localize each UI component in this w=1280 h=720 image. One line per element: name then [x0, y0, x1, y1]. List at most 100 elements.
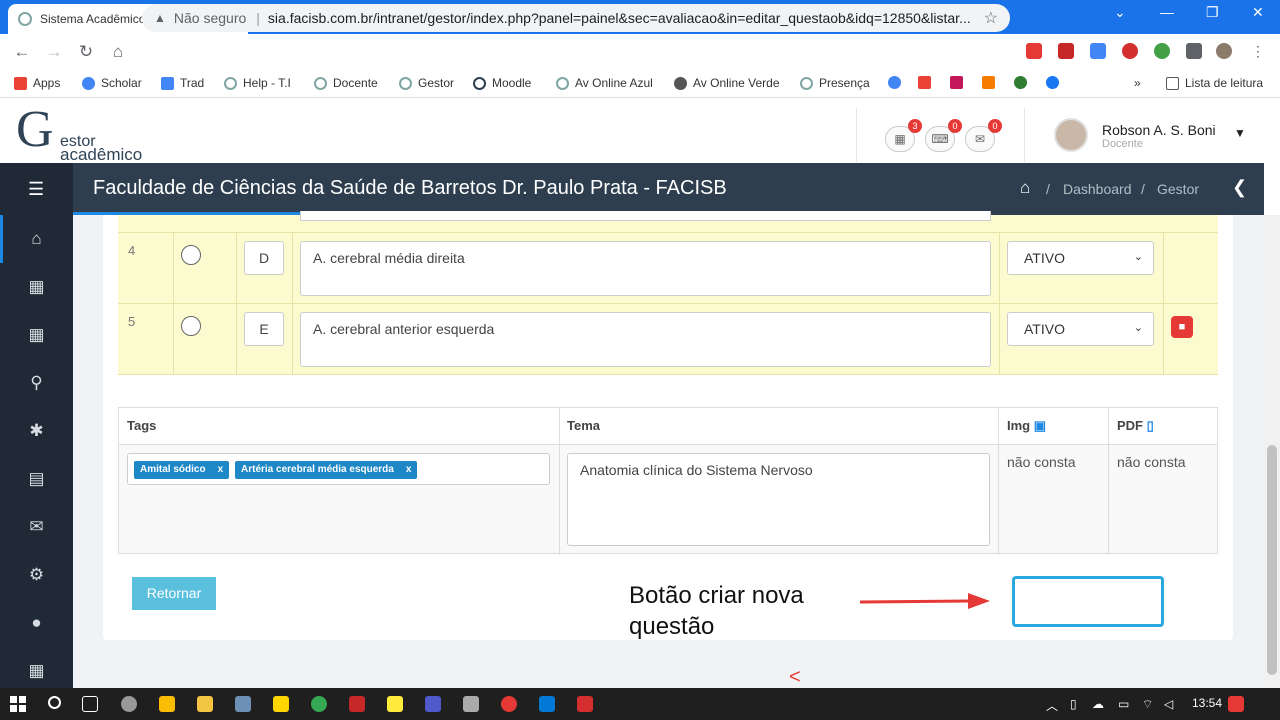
search-icon[interactable]: [48, 696, 61, 709]
google-drive-icon[interactable]: [159, 696, 175, 712]
avatar[interactable]: [1054, 118, 1088, 152]
volume-icon[interactable]: ◁: [1164, 697, 1173, 711]
status-select[interactable]: ATIVO ⌄: [1007, 241, 1154, 275]
forward-icon[interactable]: →: [38, 42, 70, 62]
bookmark-apps[interactable]: Apps: [14, 76, 60, 90]
breadcrumb-dashboard[interactable]: Dashboard: [1063, 181, 1132, 197]
bookmarks-overflow[interactable]: »: [1134, 76, 1141, 90]
correct-answer-radio[interactable]: [181, 316, 201, 336]
restore-button[interactable]: ❐: [1206, 4, 1219, 21]
bookmark-s[interactable]: [982, 76, 1001, 89]
remove-tag-icon[interactable]: x: [406, 464, 412, 475]
outlook-icon[interactable]: [539, 696, 555, 712]
plus-extension-icon[interactable]: [1154, 43, 1170, 59]
wifi-icon[interactable]: ⌔: [1142, 697, 1153, 712]
alternative-letter-input[interactable]: D: [244, 241, 284, 275]
taskbar-clock[interactable]: 13:54: [1192, 696, 1222, 710]
sidebar-item-home[interactable]: ⌂: [0, 215, 73, 263]
sidebar-item-search[interactable]: ⚲: [0, 359, 73, 407]
tray-app-icon[interactable]: ▯: [1070, 697, 1077, 711]
page-scrollbar[interactable]: [1264, 215, 1280, 688]
translate-extension-icon[interactable]: [1090, 43, 1106, 59]
alternative-letter-input[interactable]: E: [244, 312, 284, 346]
scrollbar-thumb[interactable]: [1267, 445, 1277, 675]
bookmark-presenca[interactable]: Presença: [800, 76, 870, 90]
omnibox-separator: |: [256, 10, 260, 26]
extensions-puzzle-icon[interactable]: [1186, 43, 1202, 59]
remove-tag-icon[interactable]: x: [218, 464, 224, 475]
file-explorer-icon[interactable]: [197, 696, 213, 712]
screenpresso-icon[interactable]: [577, 696, 593, 712]
sidebar-item-asterisk[interactable]: ✱: [0, 407, 73, 455]
mendeley-icon[interactable]: [349, 696, 365, 712]
bookmark-gmail[interactable]: [918, 76, 937, 89]
windows-start-icon[interactable]: [10, 696, 26, 712]
reading-list[interactable]: Lista de leitura: [1166, 76, 1263, 90]
home-icon[interactable]: ⌂: [1020, 178, 1030, 198]
media-player-icon[interactable]: [501, 696, 517, 712]
teams-icon[interactable]: [425, 696, 441, 712]
return-button[interactable]: Retornar: [132, 577, 216, 610]
app-icon[interactable]: [463, 696, 479, 712]
sidebar-item-list[interactable]: ▤: [0, 455, 73, 503]
omnibox[interactable]: ▲ Não seguro | sia.facisb.com.br/intrane…: [142, 4, 1010, 32]
correct-answer-radio[interactable]: [181, 245, 201, 265]
adblock-extension-icon[interactable]: [1122, 43, 1138, 59]
app-icon[interactable]: [235, 696, 251, 712]
bookmark-av-online-verde[interactable]: Av Online Verde: [674, 76, 780, 90]
cloud-icon[interactable]: ☁: [1092, 697, 1104, 711]
pdf-file-icon[interactable]: ▯: [1147, 418, 1154, 433]
bookmark-docente[interactable]: Docente: [314, 76, 378, 90]
bookmark-help[interactable]: Help - T.I: [224, 76, 291, 90]
bookmark-trad[interactable]: Trad: [161, 76, 204, 90]
sticky-notes-icon[interactable]: [387, 696, 403, 712]
alternative-text-input[interactable]: A. cerebral média direita: [300, 241, 991, 296]
sidebar-item-settings[interactable]: ⚙: [0, 551, 73, 599]
minimize-button[interactable]: —: [1160, 4, 1174, 20]
sidebar-item-calendar[interactable]: ▦: [0, 263, 73, 311]
tags-input[interactable]: Amital sódico x Artéria cerebral média es…: [127, 453, 550, 485]
bookmark-av-online-azul[interactable]: Av Online Azul: [556, 76, 653, 90]
bookmark-scholar[interactable]: Scholar: [82, 76, 142, 90]
app-icon[interactable]: [121, 696, 137, 712]
bookmark-google[interactable]: [888, 76, 907, 89]
status-select[interactable]: ATIVO ⌄: [1007, 312, 1154, 346]
close-window-button[interactable]: ✕: [1252, 4, 1264, 21]
bookmark-green[interactable]: [1014, 76, 1033, 89]
hamburger-icon[interactable]: ☰: [28, 179, 44, 200]
back-icon[interactable]: ←: [6, 42, 38, 62]
reload-icon[interactable]: ↻: [70, 42, 102, 62]
chevron-down-icon[interactable]: ▼: [1234, 126, 1246, 140]
home-icon[interactable]: ⌂: [102, 42, 134, 62]
bookmark-moodle[interactable]: Moodle: [473, 76, 531, 90]
security-label[interactable]: Não seguro: [174, 10, 246, 26]
collapse-chevron-icon[interactable]: ❮: [1232, 177, 1247, 198]
profile-avatar-icon[interactable]: [1216, 43, 1232, 59]
tray-expand-icon[interactable]: ︿: [1046, 697, 1058, 714]
bookmark-star-icon[interactable]: ☆: [984, 8, 998, 28]
sidebar-item-user[interactable]: ●: [0, 599, 73, 647]
chrome-icon[interactable]: [311, 696, 327, 712]
tema-textarea[interactable]: Anatomia clínica do Sistema Nervoso: [567, 453, 990, 546]
tab-search-icon[interactable]: ⌄: [1114, 4, 1126, 21]
pdf-extension-icon[interactable]: [1026, 43, 1042, 59]
browser-menu-icon[interactable]: ⋮: [1250, 43, 1266, 59]
breadcrumb-gestor[interactable]: Gestor: [1157, 181, 1199, 197]
image-file-icon[interactable]: ▣: [1034, 418, 1046, 433]
battery-icon[interactable]: ▭: [1118, 697, 1129, 711]
sidebar-item-mail[interactable]: ✉: [0, 503, 73, 551]
alternative-text-input[interactable]: A. cerebral anterior esquerda: [300, 312, 991, 367]
bookmark-gestor[interactable]: Gestor: [399, 76, 454, 90]
warning-icon[interactable]: ▲: [154, 11, 166, 25]
mendeley-extension-icon[interactable]: [1058, 43, 1074, 59]
task-view-icon[interactable]: [82, 696, 98, 712]
bookmark-w[interactable]: [950, 76, 969, 89]
answer-textarea-partial[interactable]: [300, 211, 991, 221]
sidebar-item-calendar-2[interactable]: ▦: [0, 311, 73, 359]
user-name[interactable]: Robson A. S. Boni: [1102, 122, 1216, 138]
create-question-button[interactable]: [1012, 576, 1164, 627]
trash-icon[interactable]: ■: [1171, 316, 1193, 338]
app-icon[interactable]: [273, 696, 289, 712]
url-text[interactable]: sia.facisb.com.br/intranet/gestor/index.…: [268, 10, 984, 26]
bookmark-facebook[interactable]: [1046, 76, 1065, 89]
